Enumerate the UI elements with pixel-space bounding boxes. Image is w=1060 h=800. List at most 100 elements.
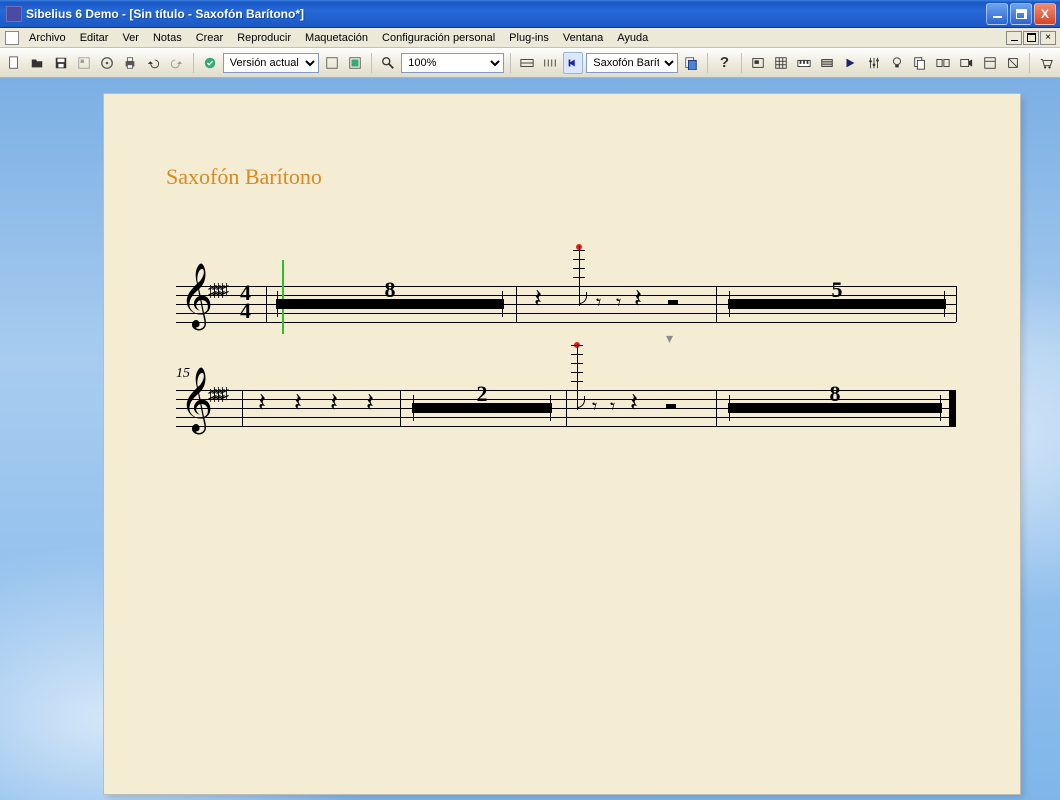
- quarter-rest-icon: 𝄽: [634, 284, 642, 315]
- undo-button[interactable]: [143, 52, 163, 74]
- multirest: 8: [728, 403, 942, 413]
- barline: [716, 286, 717, 322]
- window-restore-button[interactable]: [1010, 3, 1032, 25]
- eighth-rest-icon: 𝄾: [596, 292, 601, 315]
- multirest-number: 2: [477, 381, 488, 407]
- panel-navigator-button[interactable]: [747, 52, 767, 74]
- focus-part-button[interactable]: [563, 52, 583, 74]
- zoom-tool-button[interactable]: [378, 52, 398, 74]
- menu-notas[interactable]: Notas: [146, 30, 189, 46]
- menu-crear[interactable]: Crear: [189, 30, 231, 46]
- toolbar-separator: [193, 53, 194, 73]
- version-select[interactable]: Versión actual: [223, 53, 319, 73]
- eighth-rest-icon: 𝄾: [610, 396, 615, 419]
- part-title: Saxofón Barítono: [166, 164, 322, 190]
- quarter-rest-icon: 𝄽: [534, 284, 542, 315]
- window-minimize-button[interactable]: [986, 3, 1008, 25]
- barline: [400, 390, 401, 426]
- toolbar-separator: [741, 53, 742, 73]
- save-button[interactable]: [50, 52, 70, 74]
- panel-properties-button[interactable]: [979, 52, 999, 74]
- barline: [956, 286, 957, 322]
- key-signature: ♯♯♯♯: [208, 280, 224, 301]
- menu-reproducir[interactable]: Reproducir: [230, 30, 298, 46]
- menu-archivo[interactable]: Archivo: [22, 30, 73, 46]
- note-flag: [577, 396, 585, 408]
- half-rest-icon: [668, 300, 678, 305]
- part-select[interactable]: Saxofón Barítonc: [586, 53, 678, 73]
- barline: [242, 390, 243, 426]
- versions-icon[interactable]: [200, 52, 220, 74]
- app-icon: [6, 6, 22, 22]
- version-prev-button[interactable]: [322, 52, 342, 74]
- menu-configuracion[interactable]: Configuración personal: [375, 30, 502, 46]
- half-rest-icon: [666, 404, 676, 409]
- parts-dialog-button[interactable]: [681, 52, 701, 74]
- panel-parts-button[interactable]: [910, 52, 930, 74]
- playback-cursor: [282, 260, 284, 334]
- window-close-button[interactable]: X: [1034, 3, 1056, 25]
- toolbar: Versión actual 100% Saxofón Barítonc ?: [0, 48, 1060, 78]
- redo-button[interactable]: [166, 52, 186, 74]
- panel-mixer-button[interactable]: [863, 52, 883, 74]
- quarter-rest-icon: 𝄽: [330, 388, 338, 419]
- music-system-1: 𝄞 ♯♯♯♯ 4 4 8 𝄽 𝄾 𝄾 𝄽: [176, 286, 956, 322]
- new-button[interactable]: [4, 52, 24, 74]
- window-controls: X: [986, 3, 1058, 25]
- menubar: Archivo Editar Ver Notas Crear Reproduci…: [0, 28, 1060, 48]
- open-button[interactable]: [27, 52, 47, 74]
- panorama-button[interactable]: [517, 52, 537, 74]
- ledger-line: [571, 354, 583, 355]
- window-titlebar: Sibelius 6 Demo - [Sin título - Saxofón …: [0, 0, 1060, 28]
- burn-cd-button[interactable]: [97, 52, 117, 74]
- shop-button[interactable]: [1036, 52, 1056, 74]
- barline: [516, 286, 517, 322]
- panel-keypad-button[interactable]: [771, 52, 791, 74]
- multirest-number: 8: [385, 277, 396, 303]
- version-next-button[interactable]: [345, 52, 365, 74]
- panel-keyboard-button[interactable]: [794, 52, 814, 74]
- toolbar-separator: [371, 53, 372, 73]
- music-system-2: 15 𝄞 ♯♯♯♯ 𝄽 𝄽 𝄽 𝄽 2: [176, 390, 956, 426]
- print-button[interactable]: [120, 52, 140, 74]
- menu-ayuda[interactable]: Ayuda: [610, 30, 655, 46]
- panel-playback-button[interactable]: [840, 52, 860, 74]
- final-barline: [952, 390, 956, 426]
- multirest: 8: [276, 299, 504, 309]
- selection-caret-icon: ▾: [666, 330, 673, 347]
- key-signature: ♯♯♯♯: [208, 384, 224, 405]
- menu-ventana[interactable]: Ventana: [556, 30, 610, 46]
- quarter-rest-icon: 𝄽: [366, 388, 374, 419]
- menu-editar[interactable]: Editar: [73, 30, 116, 46]
- mdi-minimize-button[interactable]: [1006, 31, 1022, 45]
- time-signature: 4 4: [240, 284, 251, 320]
- zoom-select[interactable]: 100%: [401, 53, 503, 73]
- score-page[interactable]: Saxofón Barítono 𝄞 ♯♯♯♯ 4 4 8 𝄽: [104, 94, 1020, 794]
- mdi-close-button[interactable]: ×: [1040, 31, 1056, 45]
- eighth-rest-icon: 𝄾: [592, 396, 597, 419]
- menu-plugins[interactable]: Plug-ins: [502, 30, 556, 46]
- eighth-rest-icon: 𝄾: [616, 292, 621, 315]
- menu-ver[interactable]: Ver: [115, 30, 146, 46]
- ledger-line: [573, 259, 585, 260]
- workspace[interactable]: Saxofón Barítono 𝄞 ♯♯♯♯ 4 4 8 𝄽: [0, 78, 1060, 800]
- quarter-rest-icon: 𝄽: [294, 388, 302, 419]
- panel-hide-all-button[interactable]: [1003, 52, 1023, 74]
- multirest: 5: [728, 299, 946, 309]
- menu-maquetacion[interactable]: Maquetación: [298, 30, 375, 46]
- panel-video-button[interactable]: [956, 52, 976, 74]
- help-button[interactable]: ?: [714, 52, 734, 74]
- ledger-line: [571, 345, 583, 346]
- toolbar-separator: [510, 53, 511, 73]
- export-button[interactable]: [74, 52, 94, 74]
- transpose-button[interactable]: [540, 52, 560, 74]
- panel-ideas-button[interactable]: [887, 52, 907, 74]
- toolbar-separator: [707, 53, 708, 73]
- window-title: Sibelius 6 Demo - [Sin título - Saxofón …: [26, 7, 986, 21]
- ledger-line: [573, 268, 585, 269]
- panel-fretboard-button[interactable]: [817, 52, 837, 74]
- mdi-controls: ×: [1006, 31, 1058, 45]
- mdi-restore-button[interactable]: [1023, 31, 1039, 45]
- multirest-number: 5: [832, 277, 843, 303]
- panel-compare-button[interactable]: [933, 52, 953, 74]
